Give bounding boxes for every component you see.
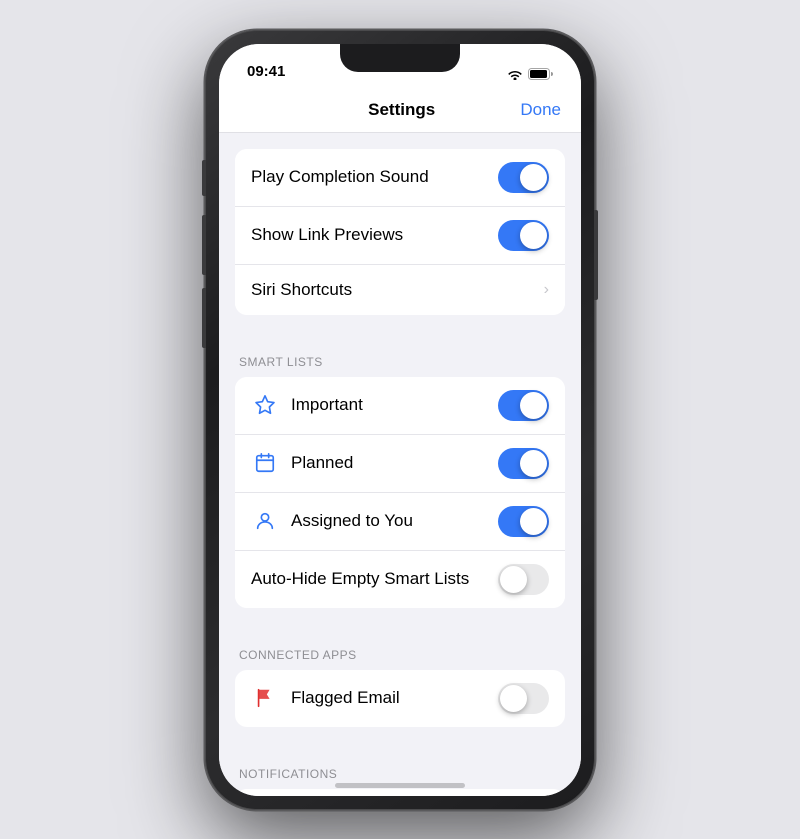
- planned-toggle[interactable]: [498, 448, 549, 479]
- smart-lists-section: SMART LISTS Important: [219, 335, 581, 608]
- mute-button[interactable]: [202, 160, 206, 196]
- toggle-knob-7: [500, 685, 527, 712]
- play-completion-sound-label: Play Completion Sound: [251, 167, 498, 187]
- status-bar: 09:41: [219, 44, 581, 88]
- calendar-icon: [251, 449, 279, 477]
- toggle-knob-3: [520, 392, 547, 419]
- connected-apps-section: CONNECTED APPS Flagged Email: [219, 628, 581, 727]
- home-indicator: [335, 783, 465, 788]
- notifications-group: Reminders Shared List Activity: [235, 789, 565, 796]
- assigned-to-you-toggle[interactable]: [498, 506, 549, 537]
- reminders-item: Reminders: [235, 789, 565, 796]
- notch: [340, 44, 460, 72]
- volume-down-button[interactable]: [202, 288, 206, 348]
- toggle-knob-5: [520, 508, 547, 535]
- auto-hide-toggle[interactable]: [498, 564, 549, 595]
- screen-inner: 09:41: [219, 44, 581, 796]
- toggle-knob-6: [500, 566, 527, 593]
- general-section-group: Play Completion Sound Show Link Previews…: [235, 149, 565, 315]
- connected-apps-group: Flagged Email: [235, 670, 565, 727]
- show-link-previews-label: Show Link Previews: [251, 225, 498, 245]
- battery-icon: [528, 68, 553, 80]
- smart-lists-group: Important: [235, 377, 565, 608]
- connected-apps-header: CONNECTED APPS: [219, 628, 581, 670]
- notifications-section: NOTIFICATIONS Reminders Shared List Acti…: [219, 747, 581, 796]
- status-time: 09:41: [247, 63, 285, 80]
- flagged-email-label: Flagged Email: [291, 688, 498, 708]
- flag-icon: [251, 684, 279, 712]
- status-icons: [507, 68, 553, 80]
- done-button[interactable]: Done: [520, 100, 561, 120]
- important-item: Important: [235, 377, 565, 435]
- settings-content: Play Completion Sound Show Link Previews…: [219, 133, 581, 796]
- planned-label: Planned: [291, 453, 498, 473]
- siri-shortcuts-chevron-icon: ›: [544, 281, 549, 299]
- show-link-previews-item: Show Link Previews: [235, 207, 565, 265]
- planned-item: Planned: [235, 435, 565, 493]
- play-completion-sound-toggle[interactable]: [498, 162, 549, 193]
- siri-shortcuts-label: Siri Shortcuts: [251, 280, 544, 300]
- toggle-knob-2: [520, 222, 547, 249]
- wifi-icon: [507, 68, 523, 80]
- auto-hide-label: Auto-Hide Empty Smart Lists: [251, 569, 498, 589]
- toggle-knob-4: [520, 450, 547, 477]
- flagged-email-toggle[interactable]: [498, 683, 549, 714]
- phone-screen: 09:41: [219, 44, 581, 796]
- power-button[interactable]: [594, 210, 598, 300]
- play-completion-sound-item: Play Completion Sound: [235, 149, 565, 207]
- auto-hide-item: Auto-Hide Empty Smart Lists: [235, 551, 565, 608]
- show-link-previews-toggle[interactable]: [498, 220, 549, 251]
- important-toggle[interactable]: [498, 390, 549, 421]
- star-icon: [251, 391, 279, 419]
- nav-bar: Settings Done: [219, 88, 581, 133]
- assigned-to-you-label: Assigned to You: [291, 511, 498, 531]
- toggle-knob: [520, 164, 547, 191]
- nav-title: Settings: [283, 100, 520, 120]
- person-icon: [251, 507, 279, 535]
- smart-lists-header: SMART LISTS: [219, 335, 581, 377]
- volume-up-button[interactable]: [202, 215, 206, 275]
- assigned-to-you-item: Assigned to You: [235, 493, 565, 551]
- top-spacer: [219, 133, 581, 149]
- phone-wrapper: 09:41: [205, 30, 595, 810]
- important-label: Important: [291, 395, 498, 415]
- siri-shortcuts-item[interactable]: Siri Shortcuts ›: [235, 265, 565, 315]
- flagged-email-item: Flagged Email: [235, 670, 565, 727]
